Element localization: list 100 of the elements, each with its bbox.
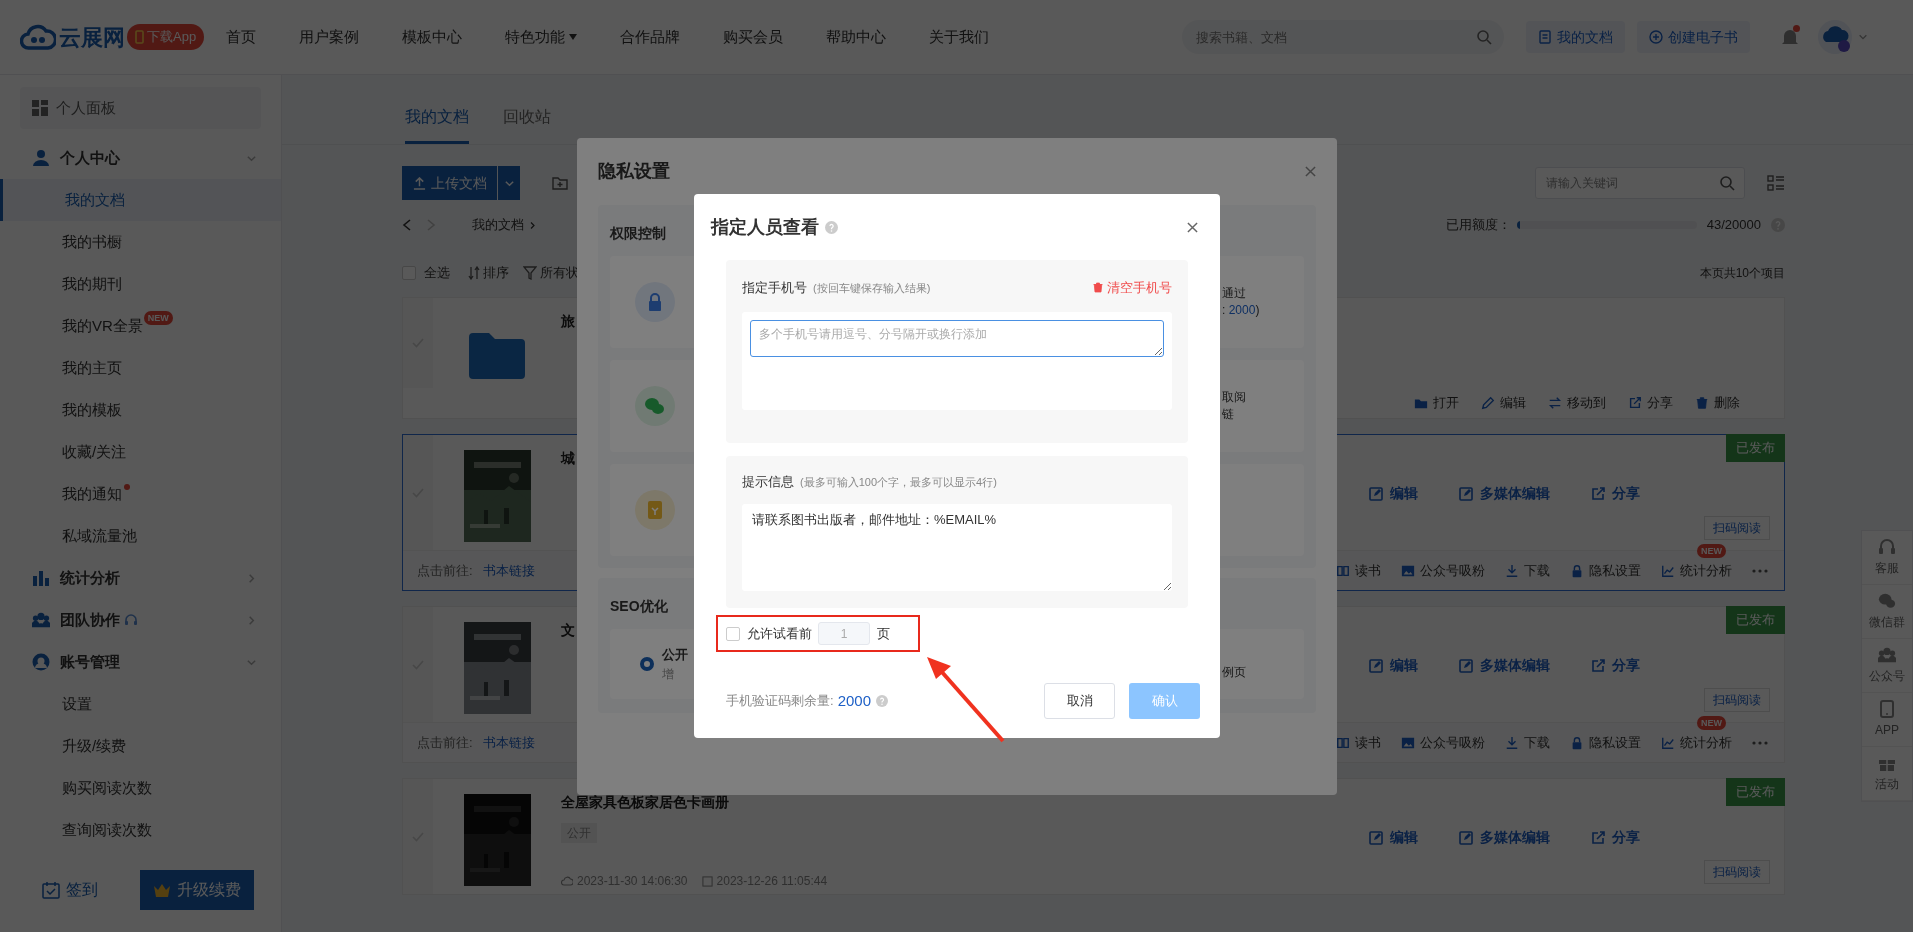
sidebar-item-label: 收藏/关注 xyxy=(62,441,127,462)
sort-label[interactable]: 排序 xyxy=(483,263,509,283)
nav-link[interactable]: 用户案例 xyxy=(299,25,360,49)
book-link[interactable]: 书本链接 xyxy=(482,732,535,753)
sidebar-item[interactable]: 我的VR全景 NEW xyxy=(0,305,281,347)
nav-link[interactable]: 特色功能 xyxy=(505,25,578,49)
wechat-icon xyxy=(635,386,675,426)
scan-read-button[interactable]: 扫码阅读 xyxy=(1704,516,1770,540)
sidebar-group-label[interactable]: 个人中心 xyxy=(60,146,120,170)
filter-icon[interactable] xyxy=(523,266,537,280)
header-button[interactable]: 我的文档 xyxy=(1526,21,1625,53)
new-badge: NEW xyxy=(143,311,173,325)
card-action[interactable]: 分享 xyxy=(1590,655,1640,676)
crown-icon xyxy=(153,883,171,897)
sidebar-item[interactable]: 私域流量池 xyxy=(0,515,281,557)
team-icon xyxy=(32,611,50,629)
clear-phones-button[interactable]: 清空手机号 xyxy=(1092,278,1172,298)
sidebar-item[interactable]: 查询阅读次数 xyxy=(0,809,281,851)
more-icon[interactable] xyxy=(1752,740,1768,745)
download-app-badge[interactable]: 下载App xyxy=(127,24,205,50)
tip-input-field[interactable]: 请联系图书出版者，邮件地址：%EMAIL% xyxy=(742,503,1172,591)
download-icon xyxy=(1505,735,1519,750)
card-tool[interactable]: 公众号吸粉 xyxy=(1401,732,1485,753)
upload-button[interactable]: 上传文档 xyxy=(402,166,497,200)
sort-icon[interactable] xyxy=(468,266,480,280)
sidebar-item[interactable]: 升级/续费 xyxy=(0,725,281,767)
more-icon[interactable] xyxy=(1752,568,1768,573)
sidebar-group-label[interactable]: 团队协作 xyxy=(60,608,120,632)
option-text: : 2000) xyxy=(1222,302,1260,319)
phone-icon xyxy=(1878,700,1896,718)
phone-input-field[interactable]: 多个手机号请用逗号、分号隔开或换行添加 xyxy=(750,319,1164,357)
sidebar-item[interactable]: 我的模板 xyxy=(0,389,281,431)
lock-icon xyxy=(1570,563,1584,578)
sidebar-item[interactable]: 我的文档 xyxy=(0,179,281,221)
cancel-button[interactable]: 取消 xyxy=(1044,683,1115,719)
document-title[interactable]: 文 xyxy=(561,620,575,641)
checkin-button[interactable]: 签到 xyxy=(42,878,98,902)
card-tool[interactable]: 隐私设置 xyxy=(1570,560,1641,581)
avatar-icon[interactable] xyxy=(1818,20,1852,54)
sidebar-item[interactable]: 购买阅读次数 xyxy=(0,767,281,809)
select-all-label[interactable]: 全选 xyxy=(424,263,450,283)
close-icon[interactable] xyxy=(1187,221,1198,233)
card-action[interactable]: 多媒体编辑 xyxy=(1458,655,1550,676)
cloud-logo-icon xyxy=(20,23,56,51)
card-action[interactable]: 分享 xyxy=(1590,483,1640,504)
card-action[interactable]: 编辑 xyxy=(1368,483,1418,504)
header-button[interactable]: 创建电子书 xyxy=(1637,21,1750,53)
nav-link[interactable]: 模板中心 xyxy=(402,25,463,49)
card-tool[interactable]: 读书 xyxy=(1336,732,1381,753)
sidebar-item[interactable]: 设置 xyxy=(0,683,281,725)
sidebar-item-label: 我的VR全景 xyxy=(62,315,143,336)
card-action[interactable]: 编辑 xyxy=(1368,827,1418,848)
card-action[interactable]: 分享 xyxy=(1590,827,1640,848)
list-view-icon[interactable] xyxy=(1767,175,1785,191)
card-tool[interactable]: 隐私设置 xyxy=(1570,732,1641,753)
card-tool[interactable]: 下载 xyxy=(1505,560,1550,581)
card-action[interactable]: 删除 xyxy=(1695,393,1740,413)
dialog-title: 隐私设置 xyxy=(598,160,670,183)
nav-link[interactable]: 帮助中心 xyxy=(826,25,887,49)
sidebar-item[interactable]: 我的书橱 xyxy=(0,221,281,263)
upgrade-button[interactable]: 升级续费 xyxy=(140,870,254,910)
filter-label[interactable]: 所有状 xyxy=(540,263,579,283)
close-icon[interactable] xyxy=(1305,166,1316,177)
card-action[interactable]: 移动到 xyxy=(1548,393,1606,413)
card-action[interactable]: 多媒体编辑 xyxy=(1458,483,1550,504)
document-title[interactable]: 城 xyxy=(561,448,575,469)
nav-link[interactable]: 首页 xyxy=(226,25,257,49)
scan-read-button[interactable]: 扫码阅读 xyxy=(1704,688,1770,712)
tab[interactable]: 我的文档 xyxy=(405,105,469,144)
upload-menu-button[interactable] xyxy=(498,166,520,200)
book-link[interactable]: 书本链接 xyxy=(482,560,535,581)
bell-icon[interactable] xyxy=(1780,27,1800,47)
card-tool[interactable]: 公众号吸粉 xyxy=(1401,560,1485,581)
field-label: 指定手机号 xyxy=(742,279,807,297)
sidebar-item-label: 设置 xyxy=(62,693,92,714)
sidebar-item[interactable]: 我的主页 xyxy=(0,347,281,389)
sidebar-group-label[interactable]: 统计分析 xyxy=(60,566,120,590)
sidebar-item[interactable]: 我的通知 xyxy=(0,473,281,515)
breadcrumb-link[interactable]: 我的文档 xyxy=(472,215,524,235)
scan-read-button[interactable]: 扫码阅读 xyxy=(1704,860,1770,884)
card-action[interactable]: 编辑 xyxy=(1481,393,1526,413)
new-folder-icon[interactable] xyxy=(552,176,568,190)
card-tool[interactable]: 读书 xyxy=(1336,560,1381,581)
card-action[interactable]: 编辑 xyxy=(1368,655,1418,676)
radio-button[interactable] xyxy=(640,657,654,671)
card-action[interactable]: 多媒体编辑 xyxy=(1458,827,1550,848)
document-title[interactable]: 旅 xyxy=(561,311,575,332)
option-title: 公开 xyxy=(662,646,688,665)
sidebar-item[interactable]: 我的期刊 xyxy=(0,263,281,305)
sidebar-group-label[interactable]: 账号管理 xyxy=(60,650,120,674)
card-action[interactable]: 打开 xyxy=(1414,393,1459,413)
nav-link[interactable]: 购买会员 xyxy=(723,25,784,49)
card-tool[interactable]: 下载 xyxy=(1505,732,1550,753)
pen-icon xyxy=(1481,396,1495,410)
sidebar-item-label: 我的模板 xyxy=(62,399,122,420)
sidebar-item[interactable]: 收藏/关注 xyxy=(0,431,281,473)
nav-link[interactable]: 合作品牌 xyxy=(620,25,681,49)
nav-link[interactable]: 关于我们 xyxy=(929,25,990,49)
document-title[interactable]: 全屋家具色板家居色卡画册 xyxy=(561,792,729,813)
card-action[interactable]: 分享 xyxy=(1628,393,1673,413)
